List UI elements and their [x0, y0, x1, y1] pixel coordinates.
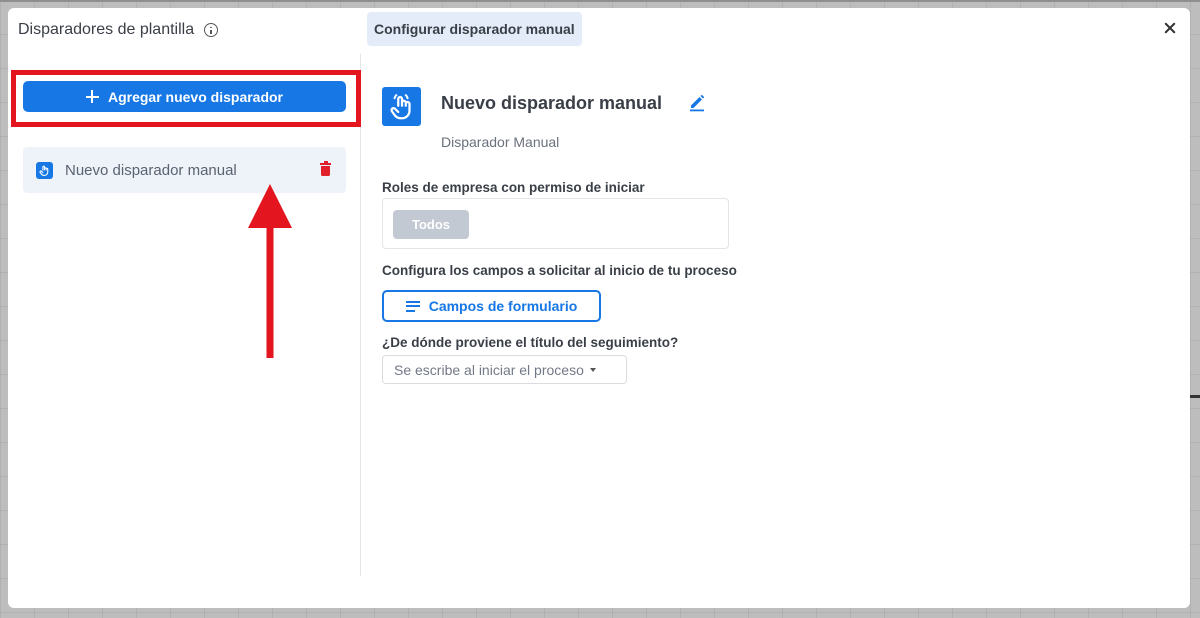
- backdrop-border: [0, 0, 1200, 2]
- trigger-title: Nuevo disparador manual: [441, 93, 663, 113]
- backdrop-fragment: [1190, 395, 1200, 398]
- lines-icon: [405, 300, 420, 312]
- add-trigger-label: Agregar nuevo disparador: [107, 88, 284, 105]
- roles-label: Roles de empresa con permiso de iniciar: [382, 180, 645, 195]
- pencil-icon[interactable]: [687, 92, 707, 112]
- form-fields-label: Campos de formulario: [428, 298, 578, 314]
- plus-icon: [85, 90, 99, 103]
- sidebar-item-manual-trigger[interactable]: Nuevo disparador manual: [23, 147, 346, 193]
- info-icon[interactable]: [204, 23, 219, 37]
- modal-title: Disparadores de plantilla: [18, 21, 195, 38]
- trigger-config-panel: Nuevo disparador manual Disparador Manua…: [382, 54, 1172, 576]
- triggers-sidebar: Agregar nuevo disparador Nuevo disparado…: [8, 54, 361, 576]
- caret-down-icon: [589, 367, 596, 372]
- triggers-modal: Disparadores de plantilla Configurar dis…: [8, 8, 1190, 608]
- red-arrow-annotation: [248, 184, 292, 358]
- sidebar-item-label: Nuevo disparador manual: [65, 161, 237, 179]
- tab-configure-manual-trigger[interactable]: Configurar disparador manual: [367, 12, 582, 46]
- add-trigger-button[interactable]: Agregar nuevo disparador: [23, 81, 346, 112]
- hand-tap-icon: [36, 161, 53, 179]
- trash-icon[interactable]: [320, 161, 331, 176]
- trigger-subtitle: Disparador Manual: [441, 134, 560, 150]
- roles-selector[interactable]: Todos: [382, 198, 729, 249]
- form-fields-button[interactable]: Campos de formulario: [382, 290, 601, 322]
- role-chip-all[interactable]: Todos: [393, 210, 469, 239]
- fields-label: Configura los campos a solicitar al inic…: [382, 263, 737, 278]
- close-icon[interactable]: [1162, 20, 1178, 36]
- title-source-value: Se escribe al iniciar el proceso: [394, 361, 584, 378]
- modal-title-group: Disparadores de plantilla: [18, 21, 219, 39]
- modal-header: Disparadores de plantilla Configurar dis…: [8, 8, 1190, 54]
- hand-tap-icon: [382, 87, 421, 126]
- title-source-select[interactable]: Se escribe al iniciar el proceso: [382, 355, 627, 384]
- title-source-label: ¿De dónde proviene el título del seguimi…: [382, 335, 679, 350]
